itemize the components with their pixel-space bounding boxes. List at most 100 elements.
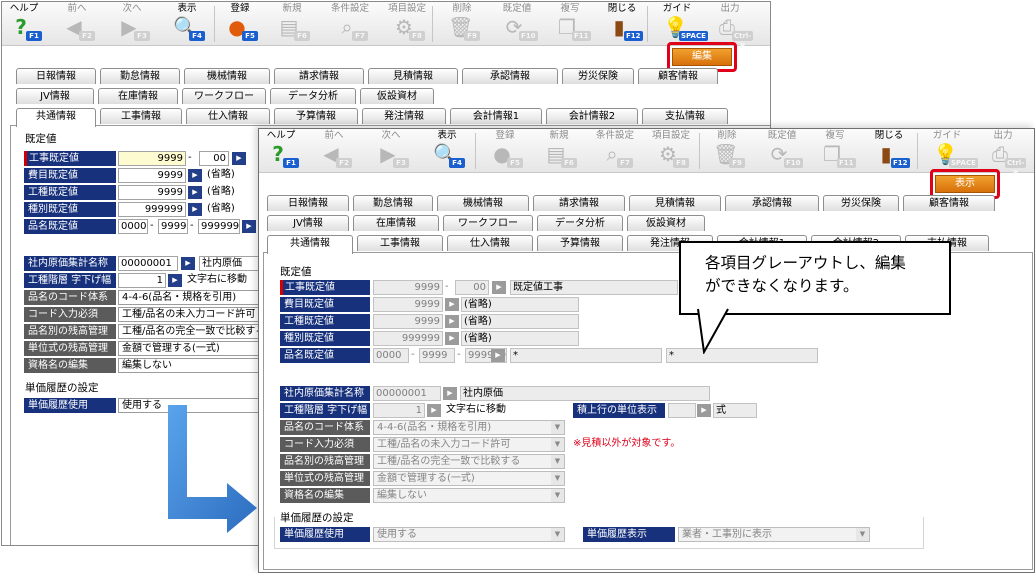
- construction-code-field[interactable]: 9999: [118, 151, 186, 166]
- construction-sub-field[interactable]: 00: [199, 151, 229, 166]
- tab-temporary-materials[interactable]: 仮設資材: [360, 88, 434, 104]
- tab-inventory[interactable]: 在庫情報: [353, 215, 439, 231]
- copy-button[interactable]: 複写 ❐ F11: [815, 130, 856, 172]
- lookup-arrow-icon[interactable]: ▶: [181, 257, 195, 270]
- f11-key: F11: [572, 31, 591, 41]
- item-code-c-field[interactable]: 999999: [198, 219, 240, 234]
- tab-accounting-1[interactable]: 会計情報1: [450, 108, 542, 124]
- tab-daily-report[interactable]: 日報情報: [16, 68, 96, 84]
- output-button[interactable]: 出力 ⎙ Ctrl-P: [710, 3, 754, 50]
- item-code-b-field[interactable]: 9999: [158, 219, 188, 234]
- tab-jv[interactable]: JV情報: [16, 88, 94, 104]
- item-code-a-field[interactable]: 0000: [118, 219, 148, 234]
- tab-row-3: 共通情報 工事情報 仕入情報 予算情報 発注情報 会計情報1 会計情報2 支払情…: [16, 108, 770, 127]
- prev-button[interactable]: 前へ ◀ F2: [314, 130, 354, 172]
- tab-approval[interactable]: 承認情報: [462, 68, 558, 84]
- tab-order[interactable]: 発注情報: [362, 108, 446, 124]
- label-expense-default: 費目既定値: [24, 168, 116, 183]
- tab-insurance[interactable]: 労災保険: [823, 195, 899, 211]
- tab-purchase[interactable]: 仕入情報: [186, 108, 270, 124]
- lookup-arrow-icon[interactable]: ▶: [188, 169, 202, 182]
- f5-key: F5: [507, 158, 523, 168]
- lookup-arrow-icon[interactable]: ▶: [188, 186, 202, 199]
- prev-button[interactable]: 前へ ◀ F2: [57, 3, 97, 45]
- output-button[interactable]: 出力 ⎙ Ctrl-P: [983, 130, 1027, 177]
- tab-approval[interactable]: 承認情報: [725, 195, 819, 211]
- new-label: 新規: [549, 130, 569, 141]
- internal-cost-code-field[interactable]: 00000001: [118, 256, 178, 271]
- chevron-down-icon: ▼: [551, 528, 564, 541]
- tab-row-2: JV情報 在庫情報 ワークフロー データ分析 仮設資材: [267, 215, 1034, 231]
- register-button[interactable]: 登録 ● F5: [485, 130, 525, 172]
- display-label: 表示: [177, 3, 197, 14]
- delete-button[interactable]: 削除 🗑 F9: [707, 130, 747, 172]
- default-value-button[interactable]: 既定値 ⟳ F10: [762, 130, 803, 172]
- f8-key: F8: [673, 158, 689, 168]
- new-button[interactable]: 新規 ▤ F6: [539, 130, 579, 172]
- register-button[interactable]: 登録 ● F5: [220, 3, 260, 45]
- condition-button[interactable]: 条件設定 ⌕ F7: [330, 3, 370, 45]
- internal-cost-name-field[interactable]: 社内原価: [199, 256, 259, 271]
- delete-button[interactable]: 削除 🗑 F9: [442, 3, 482, 45]
- label-unit-balance: 単位式の残高管理: [24, 341, 116, 356]
- expense-code-field[interactable]: 9999: [118, 168, 186, 183]
- tab-estimate[interactable]: 見積情報: [368, 68, 458, 84]
- tab-purchase[interactable]: 仕入情報: [447, 235, 533, 251]
- default-value-button[interactable]: 既定値 ⟳ F10: [497, 3, 538, 45]
- tab-data-analysis[interactable]: データ分析: [537, 215, 623, 231]
- lookup-arrow-icon: ▶: [445, 315, 459, 328]
- lookup-arrow-icon[interactable]: ▶: [168, 274, 182, 287]
- copy-button[interactable]: 複写 ❐ F11: [550, 3, 591, 45]
- tab-machine[interactable]: 機械情報: [437, 195, 529, 211]
- tab-budget[interactable]: 予算情報: [274, 108, 358, 124]
- tab-accounting-2[interactable]: 会計情報2: [546, 108, 638, 124]
- tab-temporary-materials[interactable]: 仮設資材: [627, 215, 705, 231]
- category-code-field[interactable]: 999999: [118, 202, 186, 217]
- new-button[interactable]: 新規 ▤ F6: [272, 3, 312, 45]
- tab-workflow[interactable]: ワークフロー: [443, 215, 533, 231]
- lookup-arrow-icon[interactable]: ▶: [232, 152, 246, 165]
- next-button[interactable]: 次へ ▶ F3: [371, 130, 411, 172]
- code-input-value: 工種/品名の未入力コード許可: [122, 309, 256, 320]
- tab-construction[interactable]: 工事情報: [357, 235, 443, 251]
- tab-estimate[interactable]: 見積情報: [629, 195, 721, 211]
- tab-billing[interactable]: 請求情報: [533, 195, 625, 211]
- tab-machine[interactable]: 機械情報: [184, 68, 270, 84]
- guide-button[interactable]: ガイド 💡 SPACE: [927, 130, 978, 172]
- lookup-arrow-icon[interactable]: ▶: [188, 203, 202, 216]
- tab-customer[interactable]: 顧客情報: [903, 195, 995, 211]
- indent-width-field[interactable]: 1: [118, 273, 166, 288]
- tab-common[interactable]: 共通情報: [16, 108, 96, 127]
- tab-attendance[interactable]: 勤怠情報: [100, 68, 180, 84]
- tab-data-analysis[interactable]: データ分析: [270, 88, 356, 104]
- lookup-arrow-icon[interactable]: ▶: [242, 220, 256, 233]
- display-button[interactable]: 表示 🔍 F4: [427, 130, 467, 172]
- prev-label: 前へ: [324, 130, 344, 141]
- item-setting-button[interactable]: 項目設定 ⚙ F8: [651, 130, 691, 172]
- help-button[interactable]: ヘルプ? F1: [4, 3, 44, 45]
- tab-daily-report[interactable]: 日報情報: [267, 195, 349, 211]
- tab-customer[interactable]: 顧客情報: [638, 68, 718, 84]
- tab-payment[interactable]: 支払情報: [642, 108, 728, 124]
- worktype-code-field[interactable]: 9999: [118, 185, 186, 200]
- guide-button[interactable]: ガイド 💡 SPACE: [657, 3, 708, 45]
- tab-insurance[interactable]: 労災保険: [562, 68, 634, 84]
- label-qualification: 資格名の編集: [280, 488, 370, 503]
- tab-attendance[interactable]: 勤怠情報: [353, 195, 433, 211]
- close-button[interactable]: 閉じる ▮ F12: [602, 3, 643, 45]
- tab-inventory[interactable]: 在庫情報: [98, 88, 178, 104]
- next-button[interactable]: 次へ ▶ F3: [112, 3, 152, 45]
- tab-construction[interactable]: 工事情報: [100, 108, 182, 124]
- tab-common[interactable]: 共通情報: [267, 235, 353, 254]
- tab-jv[interactable]: JV情報: [267, 215, 349, 231]
- expense-code-field: 9999: [373, 297, 443, 312]
- tab-workflow[interactable]: ワークフロー: [182, 88, 266, 104]
- help-button[interactable]: ヘルプ? F1: [261, 130, 301, 172]
- tab-budget[interactable]: 予算情報: [537, 235, 623, 251]
- display-button[interactable]: 表示 🔍 F4: [167, 3, 207, 45]
- close-button[interactable]: 閉じる ▮ F12: [869, 130, 910, 172]
- tab-billing[interactable]: 請求情報: [274, 68, 364, 84]
- indent-text: 文字右に移動: [187, 274, 247, 285]
- item-setting-button[interactable]: 項目設定 ⚙ F8: [387, 3, 427, 45]
- condition-button[interactable]: 条件設定 ⌕ F7: [595, 130, 635, 172]
